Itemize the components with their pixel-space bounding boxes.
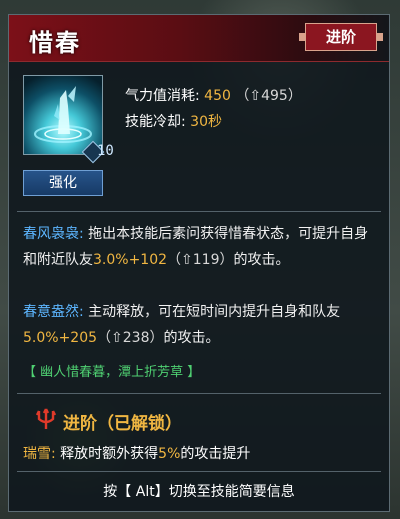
skill-set-line: 【 幽人惜春暮，潭上折芳草 】 xyxy=(23,365,201,380)
effect-num-1: 3.0%+102 xyxy=(93,252,168,268)
advance-effect-text-a: 释放时额外获得 xyxy=(60,446,159,462)
cost-up-open: （ xyxy=(235,88,250,104)
effect-up-open-2: （ xyxy=(97,330,112,346)
title-bar: 惜春 进阶 xyxy=(9,15,389,62)
effect-num-2: 5.0%+205 xyxy=(23,330,98,346)
skill-level-badge: 10 xyxy=(89,143,114,163)
effect-up-value-1: 119 xyxy=(192,252,220,268)
divider xyxy=(17,393,381,394)
cost-value: 450 xyxy=(204,88,231,104)
effect-text-2b: 的攻击。 xyxy=(163,330,220,346)
divider xyxy=(17,211,381,212)
effect-up-close-1: ） xyxy=(219,252,234,268)
cost-up-value: 495 xyxy=(261,88,288,104)
cost-label: 气力值消耗: xyxy=(125,88,200,104)
skill-name: 惜春 xyxy=(29,29,81,57)
effect-text-2a: 主动释放，可在短时间内提升自身和队友 xyxy=(88,304,341,320)
effect-description-1: 春风袅袅: 拖出本技能后素问获得惜春状态，可提升自身和附近队友3.0%+102（… xyxy=(23,221,379,273)
up-arrow-icon: ⇧ xyxy=(111,330,123,346)
skill-tooltip: 惜春 进阶 10 强化 气力值消耗: 450 （⇧495） 技能冷却: 30秒 … xyxy=(8,14,390,512)
effect-description-2: 春意盎然: 主动释放，可在短时间内提升自身和队友 5.0%+205（⇧238）的攻… xyxy=(23,299,379,351)
cooldown-row: 技能冷却: 30秒 xyxy=(125,111,222,131)
enhance-button[interactable]: 强化 xyxy=(23,170,103,196)
advance-effect-num: 5% xyxy=(158,446,181,462)
up-arrow-icon: ⇧ xyxy=(181,252,193,268)
effect-keyword-1: 春风袅袅: xyxy=(23,226,84,242)
up-arrow-icon: ⇧ xyxy=(249,88,262,104)
advance-title: 进阶（已解锁） xyxy=(63,414,182,434)
advance-tag: 进阶 xyxy=(299,23,383,51)
effect-text-1b: 的攻击。 xyxy=(233,252,290,268)
advance-effect: 瑞雪: 释放时额外获得5%的攻击提升 xyxy=(23,443,250,463)
divider xyxy=(17,471,381,472)
footer-hint: 按【 Alt】切换至技能简要信息 xyxy=(103,484,295,500)
effect-up-close-2: ） xyxy=(149,330,164,346)
cooldown-label: 技能冷却: xyxy=(125,114,186,130)
cost-up-close: ） xyxy=(287,88,302,104)
advance-effect-name: 瑞雪: xyxy=(23,446,56,462)
effect-up-value-2: 238 xyxy=(122,330,150,346)
cost-row: 气力值消耗: 450 （⇧495） xyxy=(125,85,302,105)
advance-effect-text-b: 的攻击提升 xyxy=(180,446,251,462)
cooldown-value: 30秒 xyxy=(190,114,222,130)
effect-keyword-2: 春意盎然: xyxy=(23,304,84,320)
effect-up-open-1: （ xyxy=(167,252,182,268)
